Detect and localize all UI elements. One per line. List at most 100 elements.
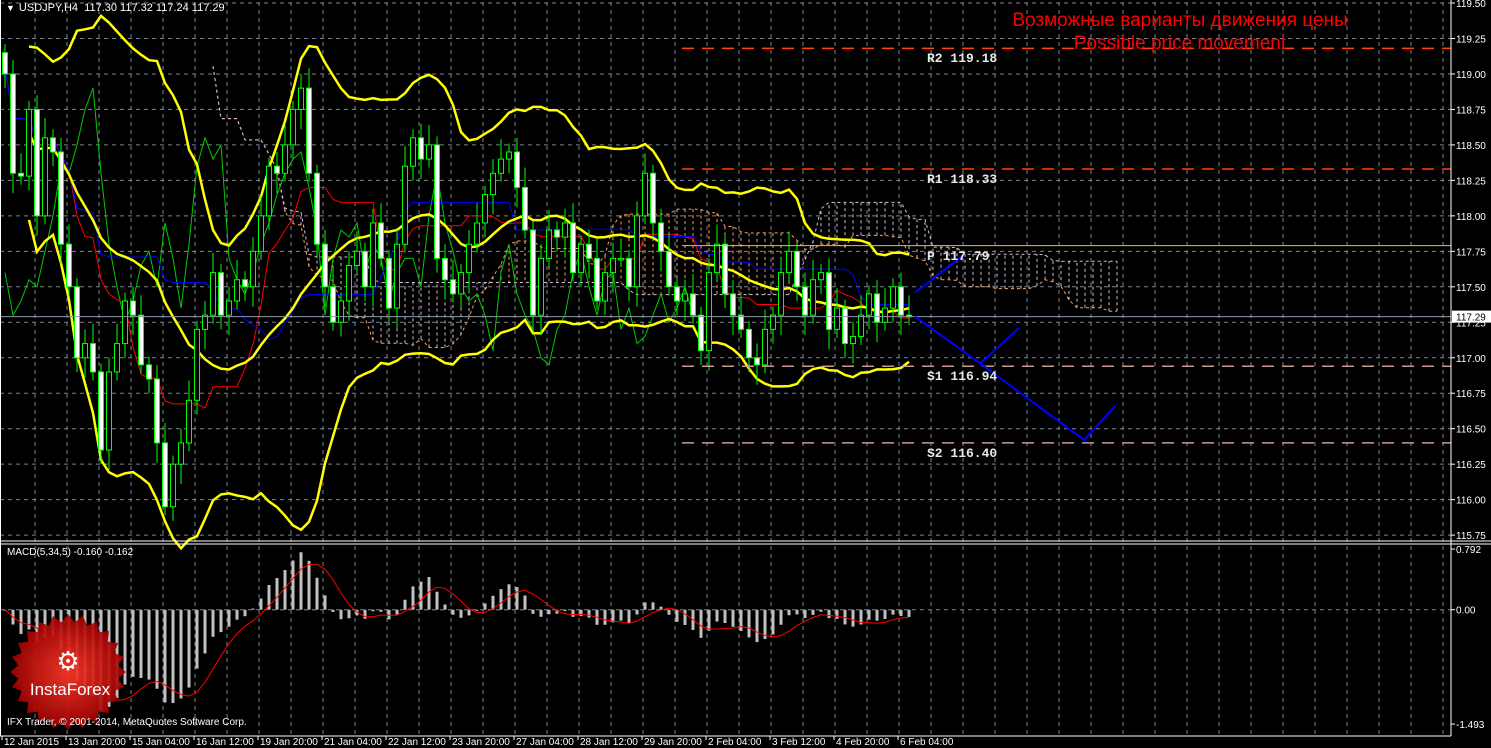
candle-bearish: [514, 151, 520, 188]
macd-histogram-bar: [699, 609, 703, 638]
macd-histogram-bar: [171, 609, 175, 704]
candle-bearish: [242, 279, 248, 288]
candle-bullish: [410, 137, 416, 167]
macd-histogram-bar: [195, 609, 199, 669]
candle-bullish: [770, 314, 776, 330]
level-label-s1: S1 116.94: [927, 369, 998, 385]
candle-bullish: [762, 328, 768, 366]
macd-histogram-bar: [459, 609, 463, 618]
macd-histogram-bar: [499, 589, 503, 610]
macd-histogram-bar: [483, 603, 487, 610]
candle-bullish: [618, 257, 624, 261]
forecast-annotation: Возможные варианты движения цены Possibl…: [960, 9, 1400, 55]
candle-bearish: [130, 300, 136, 316]
candle-bullish: [82, 343, 88, 359]
macd-histogram-bar: [371, 609, 375, 612]
candle-bullish: [370, 222, 376, 288]
price-chart-canvas[interactable]: ⚙ 119.50 119.25 119.00 118.75 118.50 118.25 118…: [0, 0, 1491, 748]
time-axis-label: 13 Jan 20:00: [68, 737, 126, 748]
time-axis-label: 6 Feb 04:00: [900, 737, 954, 748]
macd-histogram-bar: [883, 609, 887, 620]
candle-bearish: [626, 257, 632, 288]
candle-bearish: [58, 151, 64, 245]
gear-icon: ⚙: [56, 647, 79, 677]
price-axis-label: 117.50: [1456, 283, 1486, 294]
candle-bearish: [138, 314, 144, 366]
candle-bearish: [162, 442, 168, 508]
dropdown-triangle-icon[interactable]: ▼: [6, 3, 15, 13]
time-axis-label: 21 Jan 04:00: [324, 737, 382, 748]
candle-bullish: [482, 194, 488, 224]
candle-bullish: [850, 335, 856, 345]
time-axis-label: 2 Feb 04:00: [708, 737, 762, 748]
macd-histogram-bar: [651, 602, 655, 610]
macd-histogram-bar: [715, 609, 719, 622]
candle-bearish: [154, 378, 160, 444]
annotation-title-en: Possible price movement: [1073, 33, 1287, 54]
price-axis-label: 118.50: [1456, 141, 1486, 152]
candle-bearish: [322, 243, 328, 288]
macd-histogram-bar: [155, 609, 159, 689]
time-axis-label: 12 Jan 2015: [4, 737, 59, 748]
candle-bullish: [234, 279, 240, 302]
macd-histogram-bar: [515, 587, 519, 610]
bollinger-upper-band: [28, 14, 910, 257]
macd-histogram-bar: [219, 609, 223, 633]
candle-bearish: [386, 257, 392, 309]
candle-bearish: [74, 286, 80, 359]
price-axis-label: 117.75: [1456, 247, 1486, 258]
time-axis-label: 3 Feb 12:00: [772, 737, 826, 748]
macd-histogram-bar: [451, 609, 455, 615]
candle-bearish: [450, 279, 456, 295]
candle-bearish: [274, 165, 280, 174]
price-axis-label: 119.25: [1456, 34, 1486, 45]
macd-axis-label: 0.792: [1456, 545, 1481, 556]
macd-histogram-bar: [899, 609, 903, 616]
macd-histogram-bar: [731, 609, 735, 627]
macd-histogram-bar: [331, 609, 335, 612]
candle-bearish: [794, 250, 800, 288]
candle-bullish: [642, 172, 648, 217]
macd-histogram-bar: [179, 609, 183, 699]
macd-histogram-bar: [323, 595, 327, 610]
candle-bullish: [714, 243, 720, 274]
level-label-r1: R1 118.33: [927, 172, 998, 188]
candle-bullish: [818, 272, 824, 281]
macd-histogram-bar: [243, 609, 247, 617]
price-axis-label: 116.50: [1456, 425, 1486, 436]
macd-histogram-bar: [211, 609, 215, 637]
candle-bullish: [466, 243, 472, 274]
macd-histogram-bar: [891, 609, 895, 615]
candle-bearish: [842, 307, 848, 345]
time-axis-label: 4 Feb 20:00: [836, 737, 890, 748]
candle-bearish: [554, 229, 560, 238]
macd-histogram-bar: [147, 609, 151, 680]
candle-bullish: [338, 300, 344, 323]
macd-histogram-bar: [187, 609, 191, 688]
macd-histogram-bar: [771, 609, 775, 635]
candle-bearish: [754, 357, 760, 366]
macd-histogram-bar: [835, 609, 839, 619]
candle-bearish: [658, 222, 664, 252]
candle-bearish: [314, 172, 320, 245]
candle-bullish: [114, 343, 120, 373]
macd-label: MACD(5,34,5) -0.160 -0.162: [7, 547, 134, 558]
candle-bullish: [610, 257, 616, 274]
candle-bullish: [778, 272, 784, 316]
candle-bearish: [594, 257, 600, 302]
macd-histogram-bar: [443, 604, 447, 610]
candle-bullish: [858, 314, 864, 337]
candle-bullish: [122, 300, 128, 345]
macd-histogram-bar: [275, 578, 279, 610]
macd-histogram-bar: [131, 609, 135, 677]
candle-bearish: [722, 243, 728, 295]
candle-bearish: [898, 286, 904, 316]
price-axis-label: 115.75: [1456, 531, 1486, 542]
chart-window[interactable]: ⚙ 119.50 119.25 119.00 118.75 118.50 118.25 118…: [0, 0, 1491, 748]
macd-histogram-bar: [163, 609, 167, 703]
candle-bullish: [834, 307, 840, 330]
time-axis-label: 15 Jan 04:00: [132, 737, 190, 748]
macd-histogram-bar: [299, 552, 303, 610]
price-axis-label: 119.50: [1456, 0, 1486, 10]
level-label-pivot: P 117.79: [927, 248, 990, 264]
